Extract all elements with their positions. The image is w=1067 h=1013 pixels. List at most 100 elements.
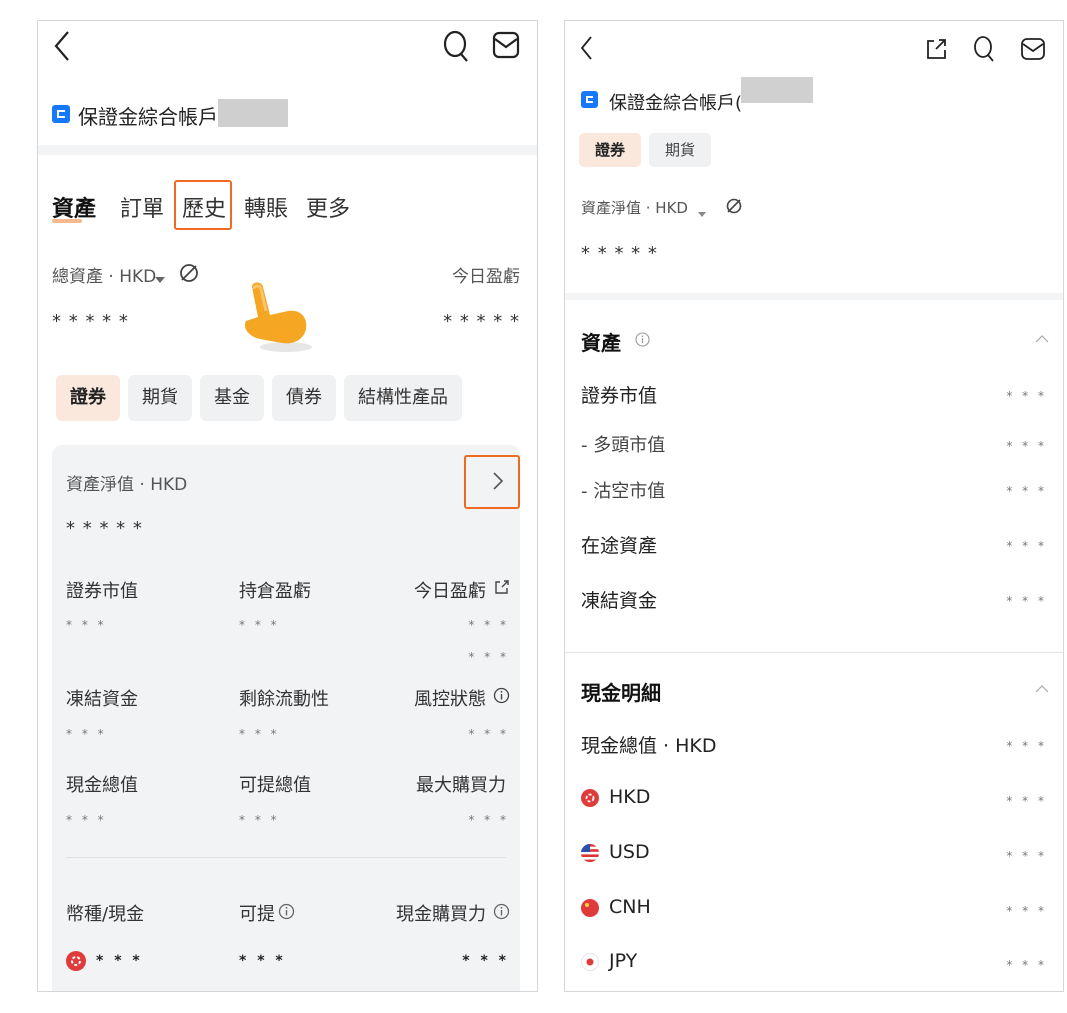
metric-label-frozen-funds: 凍結資金 [66,689,138,710]
assets-section-title: 資產 [581,331,621,355]
back-arrow-icon[interactable] [52,29,74,63]
mail-icon[interactable] [492,31,520,59]
redacted-account-number [741,77,813,103]
redacted-account-number [218,99,288,127]
detail-arrow-highlight [464,455,520,509]
metric-value-total-cash: * * * [66,813,107,827]
info-icon[interactable] [493,687,510,704]
cash-row-label: USD [609,841,650,863]
search-icon[interactable] [972,35,996,63]
back-arrow-icon[interactable] [579,35,595,61]
asset-row-value: * * * [1006,539,1047,553]
share-icon[interactable] [494,579,510,595]
cash-row-label: CNH [609,896,651,918]
metric-label-excess-liquidity: 剩餘流動性 [239,689,329,710]
net-asset-value: * * * * * [66,518,143,539]
metric-value-today-pl: * * * [468,618,509,632]
section-divider [565,293,1063,300]
pointing-hand-icon [238,277,318,361]
today-pl-label: 今日盈虧 [452,267,520,287]
japan-flag-icon [581,953,599,971]
hong-kong-flag-icon [581,789,599,807]
section-divider [38,145,537,155]
metric-label-risk-status: 風控狀態 [414,689,486,710]
hong-kong-flag-icon [66,951,86,971]
metric-label-total-cash: 現金總值 [66,775,138,796]
cash-section-title: 現金明細 [581,681,661,705]
account-logo-icon [581,91,598,108]
metric-label-today-pl: 今日盈虧 [414,581,486,602]
chip-futures[interactable]: 期貨 [128,375,192,421]
collapse-chevron-up-icon[interactable] [1035,335,1049,343]
withdrawable-value: * * * [239,953,286,969]
metric-value-max-buying-power: * * * [468,813,509,827]
asset-row-label: - 多頭市值 [581,435,666,456]
asset-row-label: 凍結資金 [581,590,658,612]
chip-structured-products[interactable]: 結構性產品 [344,375,462,421]
metric-label-securities-value: 證券市值 [66,581,138,602]
asset-row-value: * * * [1006,439,1047,453]
cash-row-value: * * * [1006,794,1047,808]
cash-row-label: JPY [609,950,638,972]
net-asset-label: 資產淨值 · HKD [581,199,688,217]
info-icon[interactable] [635,332,650,347]
asset-overview-screen: 保證金綜合帳戶( 資產 訂單 歷史 轉賬 更多 總資產 · HKD 今日盈虧 *… [37,20,538,992]
china-flag-icon [581,899,599,917]
chip-securities[interactable]: 證券 [56,375,120,421]
total-assets-label: 總資產 · HKD [52,267,157,287]
metric-value-withdrawable-total: * * * [239,813,280,827]
hide-eye-icon[interactable] [178,262,200,284]
tab-orders[interactable]: 訂單 [120,191,164,223]
chip-funds[interactable]: 基金 [200,375,264,421]
account-name[interactable]: 保證金綜合帳戶( [78,101,226,130]
chip-securities[interactable]: 證券 [579,133,641,167]
asset-row-value: * * * [1006,484,1047,498]
asset-row-value: * * * [1006,594,1047,608]
metric-value-position-pl: * * * [239,618,280,632]
asset-row-label: - 沽空市值 [581,481,666,502]
hide-eye-icon[interactable] [725,197,743,215]
cash-row-value: * * * [1006,739,1047,753]
chip-futures[interactable]: 期貨 [649,133,711,167]
share-icon[interactable] [925,37,949,61]
card-divider [66,857,506,858]
total-assets-value: * * * * * [52,311,129,332]
metric-label-position-pl: 持倉盈虧 [239,581,311,602]
tab-more[interactable]: 更多 [306,191,350,223]
withdrawable-header: 可提 [239,904,275,925]
caret-down-icon[interactable] [154,269,166,288]
asset-row-value: * * * [1006,389,1047,403]
metric-label-max-buying-power: 最大購買力 [416,775,506,796]
tab-active-indicator [52,219,82,223]
asset-detail-screen: 保證金綜合帳戶( 證券 期貨 資產淨值 · HKD * * * * * 資產 證… [564,20,1064,992]
account-name[interactable]: 保證金綜合帳戶( [609,89,742,115]
cash-buying-power-value: * * * [462,953,509,969]
currency-cash-value: * * * [96,953,143,969]
cash-row-label: 現金總值 · HKD [581,735,717,757]
info-icon[interactable] [493,903,510,920]
currency-cash-header: 幣種/現金 [66,904,145,925]
metric-value-excess-liquidity: * * * [239,727,280,741]
collapse-chevron-up-icon[interactable] [1035,685,1049,693]
search-icon[interactable] [442,29,470,63]
info-icon[interactable] [278,903,295,920]
metric-value-frozen-funds: * * * [66,727,107,741]
metric-label-withdrawable-total: 可提總值 [239,775,311,796]
us-flag-icon [581,844,599,862]
metric-value-securities-value: * * * [66,618,107,632]
cash-row-label: HKD [609,786,651,808]
cash-row-value: * * * [1006,849,1047,863]
caret-down-icon[interactable] [697,203,707,222]
mail-icon[interactable] [1020,37,1046,61]
net-asset-card: 資產淨值 · HKD * * * * * 證券市值 持倉盈虧 今日盈虧 * * … [52,445,520,991]
metric-value-risk-status: * * * [468,727,509,741]
cash-buying-power-header: 現金購買力 [396,904,486,925]
cash-row-value: * * * [1006,958,1047,972]
section-divider [565,652,1063,653]
tab-transfer[interactable]: 轉賬 [244,191,288,223]
account-logo-icon [52,105,70,123]
asset-row-label: 在途資產 [581,535,658,557]
net-asset-value: * * * * * [581,243,658,264]
chip-bonds[interactable]: 債券 [272,375,336,421]
today-pl-value: * * * * * [443,311,520,332]
